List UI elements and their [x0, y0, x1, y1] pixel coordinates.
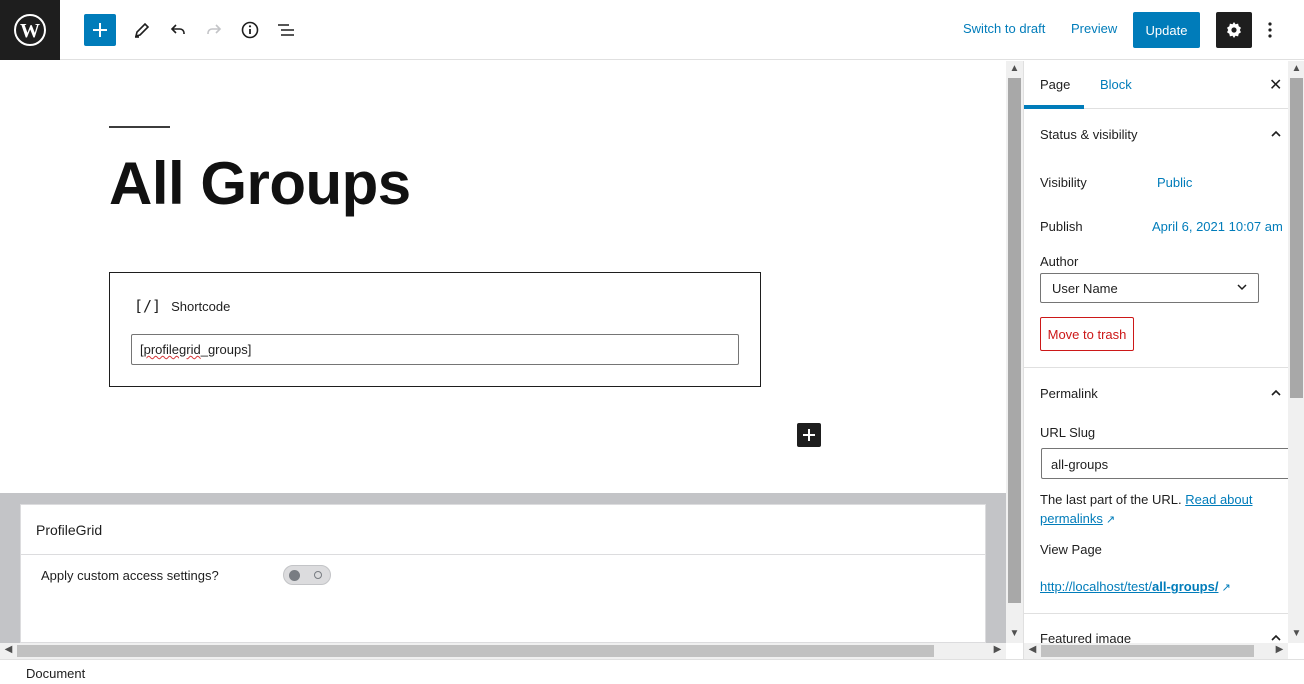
- wordpress-logo-icon[interactable]: W: [0, 0, 60, 60]
- move-to-trash-button[interactable]: Move to trash: [1040, 317, 1134, 351]
- undo-icon[interactable]: [162, 14, 194, 46]
- author-select[interactable]: User Name: [1040, 273, 1259, 303]
- sidebar-horizontal-scrollbar[interactable]: ◀ ▶: [1024, 643, 1288, 659]
- scroll-down-arrow-icon[interactable]: ▼: [1006, 628, 1023, 639]
- url-slug-label: URL Slug: [1040, 425, 1096, 440]
- permalink-help: The last part of the URL. Read about per…: [1040, 490, 1280, 530]
- tab-block[interactable]: Block: [1100, 77, 1132, 92]
- scrollbar-thumb[interactable]: [17, 645, 934, 657]
- shortcode-block[interactable]: [/] Shortcode [profilegrid_groups]: [109, 272, 761, 387]
- chevron-up-icon[interactable]: [1270, 128, 1282, 140]
- chevron-down-icon: [1237, 284, 1247, 291]
- visibility-value-button[interactable]: Public: [1157, 175, 1192, 190]
- metabox-area: ProfileGrid Apply custom access settings…: [0, 493, 1006, 643]
- custom-access-toggle[interactable]: [283, 565, 331, 585]
- title-separator: [109, 126, 170, 128]
- shortcode-label: Shortcode: [171, 298, 231, 314]
- list-view-icon[interactable]: [270, 14, 302, 46]
- editor-horizontal-scrollbar[interactable]: ◀ ▶: [0, 643, 1006, 659]
- redo-icon[interactable]: [198, 14, 230, 46]
- add-block-button[interactable]: [84, 14, 116, 46]
- details-info-icon[interactable]: [234, 14, 266, 46]
- chevron-up-icon[interactable]: [1270, 387, 1282, 399]
- permalink-panel-toggle[interactable]: Permalink: [1040, 386, 1098, 401]
- top-toolbar: W Switch to draft Preview Update: [0, 0, 1304, 60]
- scroll-up-arrow-icon[interactable]: ▲: [1006, 63, 1023, 74]
- svg-text:W: W: [20, 20, 40, 42]
- editor-vertical-scrollbar[interactable]: ▲ ▼: [1006, 61, 1023, 643]
- scroll-left-arrow-icon[interactable]: ◀: [0, 644, 17, 655]
- publish-label: Publish: [1040, 219, 1083, 234]
- switch-to-draft-button[interactable]: Switch to draft: [963, 21, 1045, 36]
- view-page-link[interactable]: http://localhost/test/all-groups/↗: [1040, 579, 1231, 594]
- shortcode-icon: [/]: [134, 297, 162, 315]
- publish-date-button[interactable]: April 6, 2021 10:07 am: [1152, 219, 1283, 234]
- scroll-right-arrow-icon[interactable]: ▶: [1271, 644, 1288, 655]
- scroll-right-arrow-icon[interactable]: ▶: [989, 644, 1006, 655]
- active-tab-indicator: [1024, 105, 1084, 109]
- author-label: Author: [1040, 254, 1079, 269]
- view-page-label: View Page: [1040, 542, 1102, 557]
- toggle-off-indicator: [314, 571, 322, 579]
- block-breadcrumb-bar: Document: [0, 659, 1304, 684]
- more-options-icon[interactable]: [1258, 14, 1282, 46]
- close-icon[interactable]: ✕: [1269, 75, 1282, 95]
- breadcrumb-document[interactable]: Document: [26, 666, 85, 681]
- settings-sidebar: Page Block ✕ Status & visibility Visibil…: [1023, 61, 1304, 659]
- status-visibility-panel-toggle[interactable]: Status & visibility: [1040, 127, 1138, 142]
- metabox-title[interactable]: ProfileGrid: [21, 505, 985, 555]
- shortcode-block-header: [/] Shortcode: [134, 297, 230, 315]
- panel-divider: [1024, 613, 1288, 614]
- scrollbar-thumb[interactable]: [1041, 645, 1254, 657]
- scrollbar-thumb[interactable]: [1290, 78, 1303, 398]
- page-title[interactable]: All Groups: [109, 149, 411, 218]
- inline-add-block-button[interactable]: [797, 423, 821, 447]
- editor-canvas: All Groups [/] Shortcode [profilegrid_gr…: [0, 61, 1006, 493]
- url-slug-input[interactable]: all-groups: [1041, 448, 1291, 479]
- scroll-up-arrow-icon[interactable]: ▲: [1288, 63, 1304, 74]
- scroll-down-arrow-icon[interactable]: ▼: [1288, 628, 1304, 639]
- shortcode-input[interactable]: [profilegrid_groups]: [131, 334, 739, 365]
- profilegrid-metabox: ProfileGrid Apply custom access settings…: [20, 504, 986, 643]
- update-button[interactable]: Update: [1133, 12, 1200, 48]
- edit-tools-icon[interactable]: [126, 14, 158, 46]
- settings-gear-icon[interactable]: [1216, 12, 1252, 48]
- tab-page[interactable]: Page: [1040, 77, 1070, 92]
- panel-divider: [1024, 367, 1288, 368]
- preview-button[interactable]: Preview: [1071, 21, 1117, 36]
- visibility-label: Visibility: [1040, 175, 1087, 190]
- scroll-left-arrow-icon[interactable]: ◀: [1024, 644, 1041, 655]
- external-link-icon: ↗: [1221, 582, 1231, 594]
- custom-access-label: Apply custom access settings?: [41, 568, 219, 583]
- scrollbar-thumb[interactable]: [1008, 78, 1021, 603]
- toggle-knob: [289, 570, 300, 581]
- sidebar-vertical-scrollbar[interactable]: ▲ ▼: [1288, 61, 1304, 643]
- sidebar-tabs: Page Block ✕: [1024, 61, 1288, 109]
- external-link-icon: ↗: [1105, 514, 1116, 526]
